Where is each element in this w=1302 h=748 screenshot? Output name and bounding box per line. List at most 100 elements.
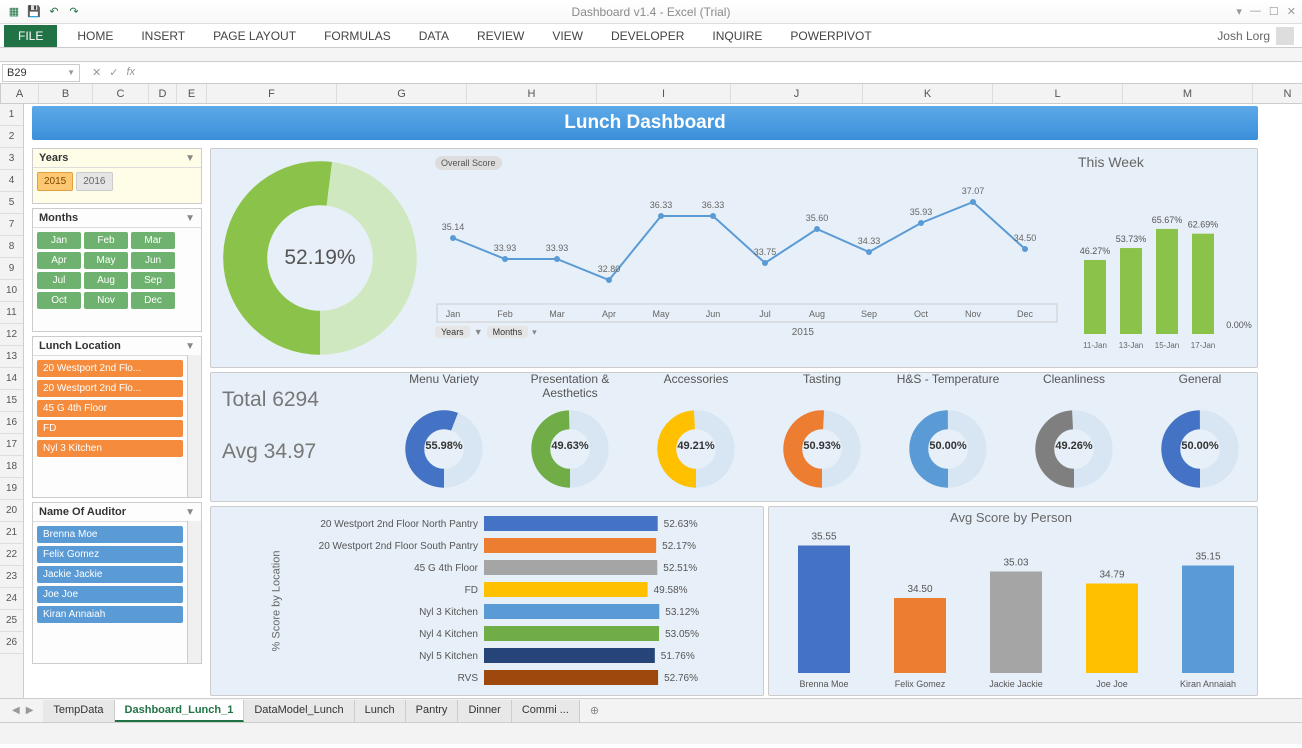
row-header[interactable]: 23 <box>0 566 23 588</box>
column-header[interactable]: B <box>39 84 93 103</box>
column-header[interactable]: F <box>207 84 337 103</box>
row-header[interactable]: 14 <box>0 368 23 390</box>
chart-this-week[interactable]: This Week 46.27%11-Jan53.73%13-Jan65.67%… <box>1070 150 1256 370</box>
row-header[interactable]: 10 <box>0 280 23 302</box>
slicer-item[interactable]: Nyl 3 Kitchen <box>37 440 183 457</box>
tab-nav-last-icon[interactable]: ▶ <box>26 705 34 716</box>
ribbon-options-icon[interactable]: ▾ <box>1236 5 1242 18</box>
slicer-item[interactable]: May <box>84 252 128 269</box>
dropdown-icon[interactable]: ▾ <box>532 327 537 338</box>
row-header[interactable]: 22 <box>0 544 23 566</box>
row-header[interactable]: 9 <box>0 258 23 280</box>
column-header[interactable]: A <box>1 84 39 103</box>
ribbon-tab[interactable]: FORMULAS <box>310 25 405 47</box>
slicer-item[interactable]: Kiran Annaiah <box>37 606 183 623</box>
worksheet-canvas[interactable]: Lunch Dashboard Years▼ 2015 2016 Months▼… <box>24 104 1302 698</box>
row-header[interactable]: 8 <box>0 236 23 258</box>
redo-icon[interactable]: ↷ <box>66 4 82 20</box>
slicer-item[interactable]: Feb <box>84 232 128 249</box>
metric-donut[interactable]: General 50.00% <box>1140 372 1260 504</box>
slicer-months[interactable]: Months▼ JanFebMarAprMayJunJulAugSepOctNo… <box>32 208 202 332</box>
row-header[interactable]: 16 <box>0 412 23 434</box>
row-header[interactable]: 5 <box>0 192 23 214</box>
slicer-item[interactable]: Nov <box>84 292 128 309</box>
ribbon-tab[interactable]: VIEW <box>538 25 597 47</box>
row-header[interactable]: 1 <box>0 104 23 126</box>
tab-nav-first-icon[interactable]: ◀ <box>12 705 20 716</box>
cancel-icon[interactable]: ✕ <box>92 66 101 79</box>
sheet-tab[interactable]: Commi ... <box>512 700 580 722</box>
row-header[interactable]: 25 <box>0 610 23 632</box>
new-sheet-button[interactable]: ⊕ <box>582 704 607 717</box>
slicer-auditor[interactable]: Name Of Auditor▼ Brenna MoeFelix GomezJa… <box>32 502 202 664</box>
slicer-item[interactable]: Felix Gomez <box>37 546 183 563</box>
ribbon-tab[interactable]: REVIEW <box>463 25 538 47</box>
row-header[interactable]: 24 <box>0 588 23 610</box>
row-header[interactable]: 20 <box>0 500 23 522</box>
ribbon-tab[interactable]: POWERPIVOT <box>776 25 885 47</box>
sheet-tab[interactable]: TempData <box>43 700 114 722</box>
account-name[interactable]: Josh Lorg <box>1217 29 1270 43</box>
column-header[interactable]: M <box>1123 84 1253 103</box>
slicer-item[interactable]: 20 Westport 2nd Flo... <box>37 380 183 397</box>
account-avatar-icon[interactable] <box>1276 27 1294 45</box>
chart-by-location[interactable]: % Score by Location 20 Westport 2nd Floo… <box>222 508 758 694</box>
row-header[interactable]: 2 <box>0 126 23 148</box>
sheet-tab[interactable]: DataModel_Lunch <box>244 700 354 722</box>
scrollbar[interactable] <box>187 521 201 663</box>
chart-overall-line[interactable]: Overall Score 35.1433.9333.9332.8036.333… <box>429 150 1065 370</box>
slicer-item[interactable]: Aug <box>84 272 128 289</box>
slicer-years[interactable]: Years▼ 2015 2016 <box>32 148 202 204</box>
row-header[interactable]: 11 <box>0 302 23 324</box>
slicer-item[interactable]: Jul <box>37 272 81 289</box>
filter-chip-months[interactable]: Months <box>487 326 529 338</box>
column-header[interactable]: H <box>467 84 597 103</box>
filter-icon[interactable]: ▼ <box>185 341 195 352</box>
row-header[interactable]: 15 <box>0 390 23 412</box>
slicer-item[interactable]: 2016 <box>76 172 112 191</box>
column-header[interactable]: K <box>863 84 993 103</box>
slicer-item[interactable]: 20 Westport 2nd Flo... <box>37 360 183 377</box>
metric-donut[interactable]: Accessories 49.21% <box>636 372 756 504</box>
chart-overall-donut[interactable]: 52.19% <box>210 148 430 368</box>
slicer-item[interactable]: Apr <box>37 252 81 269</box>
metric-donut[interactable]: Presentation & Aesthetics 49.63% <box>510 372 630 504</box>
scrollbar[interactable] <box>187 355 201 497</box>
row-header[interactable]: 19 <box>0 478 23 500</box>
sheet-tab[interactable]: Dashboard_Lunch_1 <box>115 700 245 722</box>
metric-donut[interactable]: Menu Variety 55.98% <box>384 372 504 504</box>
slicer-item[interactable]: Jackie Jackie <box>37 566 183 583</box>
slicer-item[interactable]: Joe Joe <box>37 586 183 603</box>
file-tab[interactable]: FILE <box>4 25 57 47</box>
ribbon-tab[interactable]: DATA <box>405 25 463 47</box>
ribbon-tab[interactable]: INQUIRE <box>698 25 776 47</box>
slicer-location[interactable]: Lunch Location▼ 20 Westport 2nd Flo...20… <box>32 336 202 498</box>
metric-donut[interactable]: H&S - Temperature 50.00% <box>888 372 1008 504</box>
metric-donut[interactable]: Cleanliness 49.26% <box>1014 372 1134 504</box>
maximize-icon[interactable]: ☐ <box>1269 5 1279 18</box>
name-box[interactable]: B29▼ <box>2 64 80 82</box>
row-header[interactable]: 21 <box>0 522 23 544</box>
slicer-item[interactable]: Jun <box>131 252 175 269</box>
fx-icon[interactable]: fx <box>126 66 135 79</box>
filter-icon[interactable]: ▼ <box>474 327 483 337</box>
metric-donut[interactable]: Tasting 50.93% <box>762 372 882 504</box>
row-header[interactable]: 17 <box>0 434 23 456</box>
column-header[interactable]: E <box>177 84 207 103</box>
ribbon-tab[interactable]: DEVELOPER <box>597 25 698 47</box>
row-header[interactable]: 3 <box>0 148 23 170</box>
column-header[interactable]: J <box>731 84 863 103</box>
sheet-tab[interactable]: Lunch <box>355 700 406 722</box>
filter-chip-years[interactable]: Years <box>435 326 470 338</box>
slicer-item[interactable]: Brenna Moe <box>37 526 183 543</box>
slicer-item[interactable]: FD <box>37 420 183 437</box>
ribbon-tab[interactable]: INSERT <box>127 25 199 47</box>
filter-icon[interactable]: ▼ <box>185 153 195 164</box>
column-header[interactable]: N <box>1253 84 1302 103</box>
row-header[interactable]: 18 <box>0 456 23 478</box>
enter-icon[interactable]: ✓ <box>109 66 118 79</box>
row-header[interactable]: 4 <box>0 170 23 192</box>
formula-input[interactable] <box>145 67 1302 79</box>
save-icon[interactable]: 💾 <box>26 4 42 20</box>
ribbon-tab[interactable]: PAGE LAYOUT <box>199 25 310 47</box>
